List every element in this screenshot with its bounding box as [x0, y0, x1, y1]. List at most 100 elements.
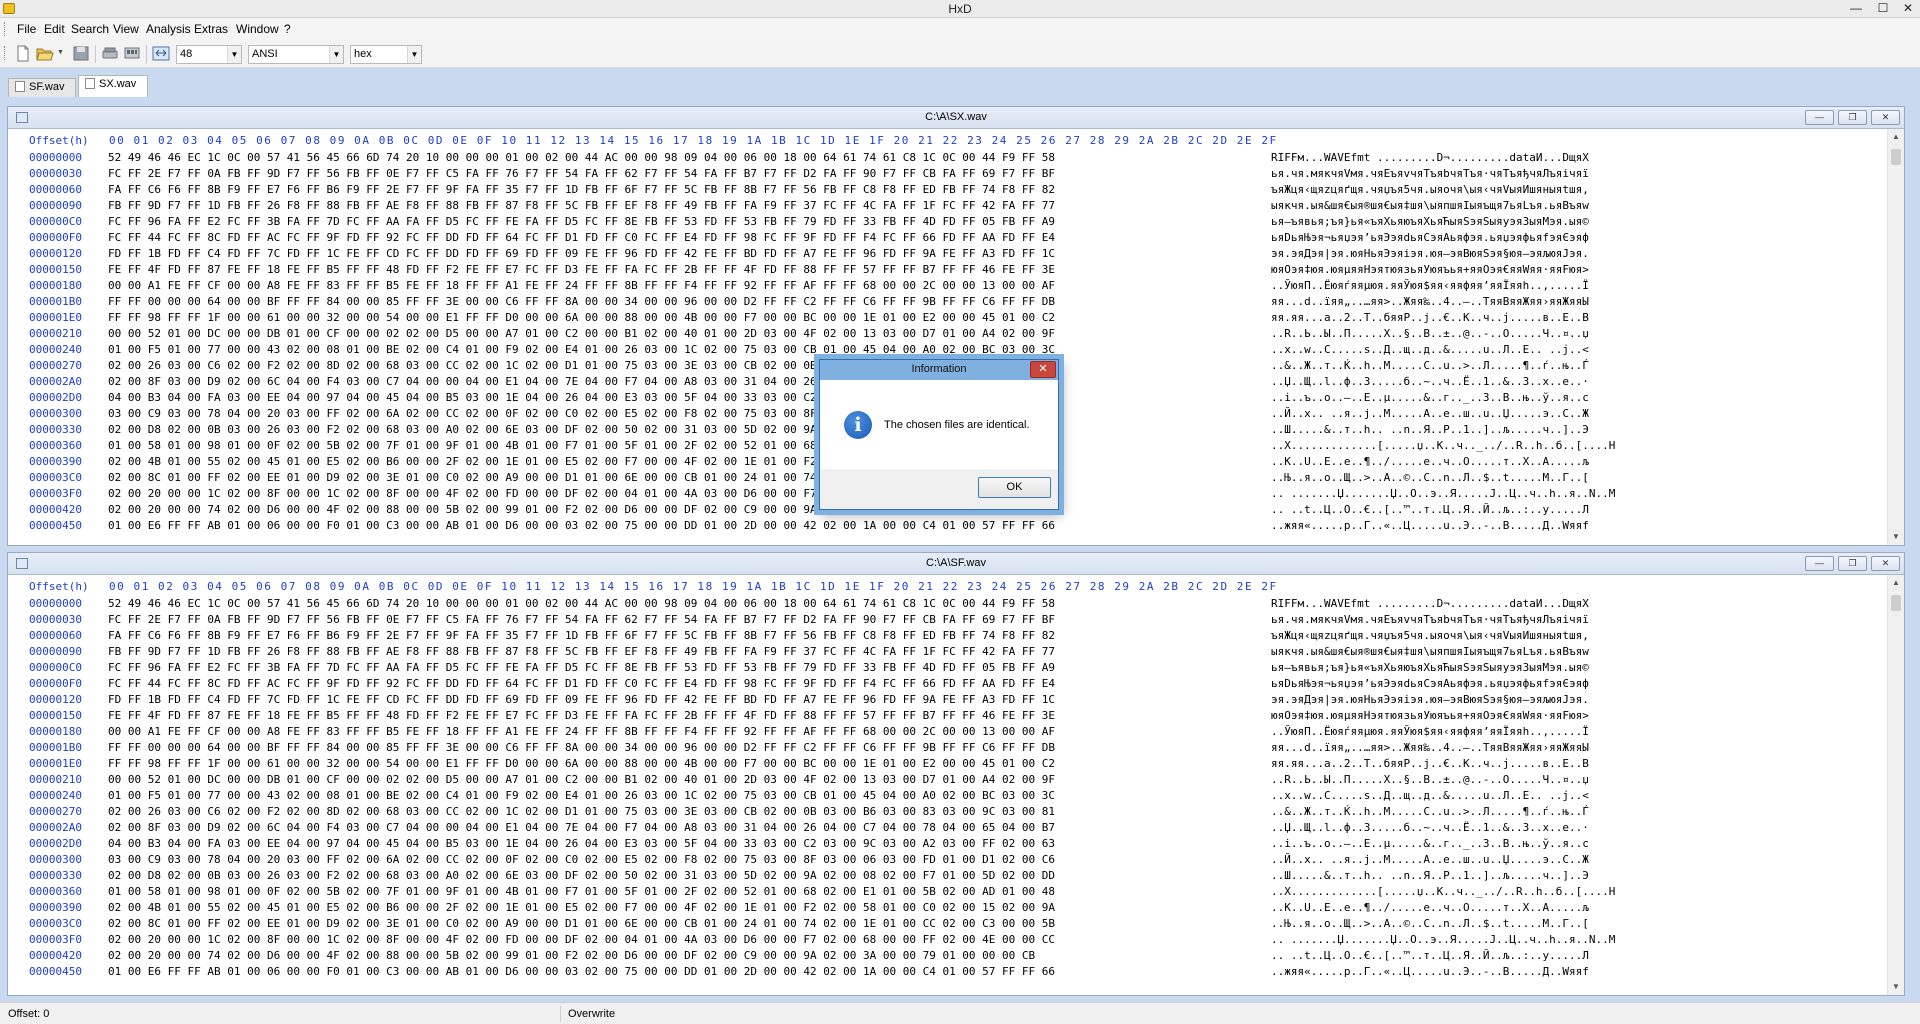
row-hex-bytes[interactable]: 02 00 8C 01 00 FF 02 00 EE 01 00 D9 02 0…: [108, 917, 1055, 930]
pane-minimize-button[interactable]: —: [1805, 110, 1834, 125]
row-text-decoded[interactable]: ..&..Ж..т..Ќ..h..М.....С..u..>..Л.....¶.…: [1271, 805, 1589, 818]
row-hex-bytes[interactable]: FE FF 4F FD FF 87 FE FF 18 FE FF B5 FF F…: [108, 263, 1055, 276]
row-hex-bytes[interactable]: 02 00 D8 02 00 0B 03 00 26 03 00 F2 02 0…: [108, 869, 1055, 882]
row-text-decoded[interactable]: яя...d..їяя„..…яя>..Жяя‰..4..–..ТяяВяяЖя…: [1271, 741, 1589, 754]
scroll-thumb[interactable]: [1891, 595, 1901, 611]
row-text-decoded[interactable]: ..Џ..Щ..l..ф..З.....б..~..ч..Ё..1..&..З.…: [1271, 821, 1589, 834]
row-hex-bytes[interactable]: FC FF 96 FA FF E2 FC FF 3B FA FF 7D FC F…: [108, 661, 1055, 674]
row-text-decoded[interactable]: эя.эяДэя|эя.юяНьяЭэяiэя.юя–эяBюяЅэя§юя–э…: [1271, 693, 1589, 706]
pane-close-button[interactable]: ✕: [1871, 556, 1900, 571]
row-text-decoded[interactable]: ..R..Ь..Ы..П.....Х..§..В..±..@..-..O....…: [1271, 327, 1589, 340]
menu-file[interactable]: File: [14, 22, 39, 36]
menu-edit[interactable]: Edit: [41, 22, 68, 36]
dialog-close-button[interactable]: ✕: [1030, 361, 1056, 378]
row-text-decoded[interactable]: ..Й..x.. ..я..j..М.....А..е..ш..u..Џ....…: [1271, 853, 1589, 866]
row-text-decoded[interactable]: ..K..U..E..е..¶../.....е..ч..O.....т..X.…: [1271, 901, 1589, 914]
row-text-decoded[interactable]: ..х..w..C.....ѕ..Д..щ..д..&.....u..Л..E.…: [1271, 343, 1589, 356]
row-hex-bytes[interactable]: 00 00 52 01 00 DC 00 00 DB 01 00 CF 00 0…: [108, 327, 1055, 340]
row-hex-bytes[interactable]: 01 00 E6 FF FF AB 01 00 06 00 00 F0 01 0…: [108, 965, 1055, 978]
row-hex-bytes[interactable]: FA FF C6 F6 FF 8B F9 FF E7 F6 FF B6 F9 F…: [108, 183, 1055, 196]
row-text-decoded[interactable]: ..жяя«.....р..Г..«..Ц.....u..Э..-..B....…: [1271, 519, 1589, 532]
row-text-decoded[interactable]: .. ..t..Ц..O..€..[..™..т..Ц..Я..Й..љ..:.…: [1271, 949, 1589, 962]
row-text-decoded[interactable]: ..Й..x.. ..я..j..М.....А..е..ш..u..Џ....…: [1271, 407, 1589, 420]
row-hex-bytes[interactable]: FF FF 98 FF FF 1F 00 00 61 00 00 32 00 0…: [108, 757, 1055, 770]
row-hex-bytes[interactable]: FC FF 44 FC FF 8C FD FF AC FC FF 9F FD F…: [108, 677, 1055, 690]
row-hex-bytes[interactable]: FF FF 00 00 00 64 00 00 BF FF FF 84 00 0…: [108, 741, 1055, 754]
row-hex-bytes[interactable]: 01 00 E6 FF FF AB 01 00 06 00 00 F0 01 0…: [108, 519, 1055, 532]
row-text-decoded[interactable]: ья–ъявья;ъя}ья«ъяХьяюъяХьяЋыяSэяSыяyэя3ы…: [1271, 215, 1589, 228]
row-text-decoded[interactable]: юяOэя‡юя.юяµяяHэятюязьяУюяъья+яяOэя€яяWя…: [1271, 263, 1589, 276]
row-text-decoded[interactable]: ьяDьяЊэя¬ьяџэя’ьяЭэяdьяСэяАьяфэя.ьяџэяфь…: [1271, 677, 1589, 690]
save-icon[interactable]: [72, 45, 90, 62]
open-dropdown-chevron-icon[interactable]: ▼: [57, 49, 64, 56]
row-text-decoded[interactable]: ..Ш.....&..т..h.. ..n..Я..P..1..]..љ....…: [1271, 869, 1589, 882]
open-ram-icon[interactable]: [123, 45, 141, 62]
bytes-per-row-select[interactable]: 48 ▼: [176, 45, 242, 64]
menu-window[interactable]: Window: [233, 22, 282, 36]
status-edit-mode[interactable]: Overwrite: [568, 1008, 615, 1020]
row-text-decoded[interactable]: .. .......Џ.......Џ..O..э..Я.....J..Ц..ч…: [1271, 487, 1615, 500]
row-text-decoded[interactable]: ..Њ..я..о..Щ..>..А..©..С..n..Л..$..t....…: [1271, 471, 1589, 484]
chevron-down-icon[interactable]: ▼: [407, 46, 421, 63]
row-hex-bytes[interactable]: FC FF 44 FC FF 8C FD FF AC FC FF 9F FD F…: [108, 231, 1055, 244]
row-text-decoded[interactable]: ..ЎюяП..Ёюяѓяяµюя.яяЎюя$яя‹яяфяя’яяЇяяh.…: [1271, 725, 1589, 738]
row-hex-bytes[interactable]: 02 00 4B 01 00 55 02 00 45 01 00 E5 02 0…: [108, 901, 1055, 914]
row-hex-bytes[interactable]: FF FF 98 FF FF 1F 00 00 61 00 00 32 00 0…: [108, 311, 1055, 324]
ok-button[interactable]: OK: [978, 477, 1051, 498]
scroll-up-arrow-icon[interactable]: ▲: [1888, 575, 1904, 591]
row-text-decoded[interactable]: ..&..Ж..т..Ќ..h..М.....С..u..>..Л.....¶.…: [1271, 359, 1589, 372]
row-hex-bytes[interactable]: FA FF C6 F6 FF 8B F9 FF E7 F6 FF B6 F9 F…: [108, 629, 1055, 642]
row-hex-bytes[interactable]: 00 00 A1 FE FF CF 00 00 A8 FE FF 83 FF F…: [108, 279, 1055, 292]
open-disk-icon[interactable]: [101, 45, 119, 62]
row-hex-bytes[interactable]: 03 00 C9 03 00 78 04 00 20 03 00 FF 02 0…: [108, 853, 1055, 866]
row-text-decoded[interactable]: ..жяя«.....р..Г..«..Ц.....u..Э..-..B....…: [1271, 965, 1589, 978]
toolbar-grip[interactable]: [4, 46, 7, 60]
chevron-down-icon[interactable]: ▼: [329, 46, 343, 63]
row-text-decoded[interactable]: эя.эяДэя|эя.юяНьяЭэяiэя.юя–эяBюяЅэя§юя–э…: [1271, 247, 1589, 260]
row-text-decoded[interactable]: ..K..U..E..е..¶../.....е..ч..O.....т..X.…: [1271, 455, 1589, 468]
row-text-decoded[interactable]: ья.чя.мякчяVмя.чяЕъяvчяТъяbчяТъя·чяТъяђч…: [1271, 167, 1589, 180]
row-text-decoded[interactable]: ..і..ъ..о..—..E..µ.....&..г.._..3..В..њ.…: [1271, 837, 1589, 850]
row-hex-bytes[interactable]: FD FF 1B FD FF C4 FD FF 7C FD FF 1C FE F…: [108, 693, 1055, 706]
row-hex-bytes[interactable]: FE FF 4F FD FF 87 FE FF 18 FE FF B5 FF F…: [108, 709, 1055, 722]
chevron-down-icon[interactable]: ▼: [227, 46, 241, 63]
tab-sf-wav[interactable]: SF.wav: [8, 78, 76, 97]
menu-extras[interactable]: Extras: [191, 22, 231, 36]
row-hex-bytes[interactable]: 02 00 26 03 00 C6 02 00 F2 02 00 8D 02 0…: [108, 805, 1055, 818]
row-text-decoded[interactable]: ..ЎюяП..Ёюяѓяяµюя.яяЎюя$яя‹яяфяя’яяЇяяh.…: [1271, 279, 1589, 292]
row-text-decoded[interactable]: ья–ъявья;ъя}ья«ъяХьяюъяХьяЋыяSэяSыяyэя3ы…: [1271, 661, 1589, 674]
new-file-icon[interactable]: [14, 45, 32, 62]
row-text-decoded[interactable]: ыякчя.ыя&шя€ыя®шя€ыя‡шя\ыяпшяIыяъщя7ьяLъ…: [1271, 645, 1589, 658]
row-hex-bytes[interactable]: FD FF 1B FD FF C4 FD FF 7C FD FF 1C FE F…: [108, 247, 1055, 260]
row-hex-bytes[interactable]: FB FF 9D F7 FF 1D FB FF 26 F8 FF 88 FB F…: [108, 199, 1055, 212]
row-hex-bytes[interactable]: FC FF 96 FA FF E2 FC FF 3B FA FF 7D FC F…: [108, 215, 1055, 228]
row-text-decoded[interactable]: яя.яя...a..2..T..бяяР..j..€..K..ч..ј....…: [1271, 757, 1589, 770]
row-hex-bytes[interactable]: 01 00 F5 01 00 77 00 00 43 02 00 08 01 0…: [108, 789, 1055, 802]
menubar-grip[interactable]: [4, 22, 7, 36]
row-text-decoded[interactable]: ьяDьяЊэя¬ьяџэя’ьяЭэяdьяСэяАьяфэя.ьяџэяфь…: [1271, 231, 1589, 244]
row-hex-bytes[interactable]: 02 00 8F 03 00 D9 02 00 6C 04 00 F4 03 0…: [108, 821, 1055, 834]
row-text-decoded[interactable]: юяOэя‡юя.юяµяяHэятюязьяУюяъья+яяOэя€яяWя…: [1271, 709, 1589, 722]
row-hex-bytes[interactable]: FC FF 2E F7 FF 0A FB FF 9D F7 FF 56 FB F…: [108, 613, 1055, 626]
maximize-window-button[interactable]: ☐: [1869, 0, 1897, 17]
row-text-decoded[interactable]: ..х..w..C.....ѕ..Д..щ..д..&.....u..Л..E.…: [1271, 789, 1589, 802]
row-hex-bytes[interactable]: 01 00 58 01 00 98 01 00 0F 02 00 5B 02 0…: [108, 885, 1055, 898]
vertical-scrollbar[interactable]: ▲ ▼: [1887, 129, 1904, 545]
row-text-decoded[interactable]: ..і..ъ..о..—..E..µ.....&..г.._..3..В..њ.…: [1271, 391, 1589, 404]
row-text-decoded[interactable]: .. .......Џ.......Џ..O..э..Я.....J..Ц..ч…: [1271, 933, 1615, 946]
open-folder-icon[interactable]: [36, 45, 54, 62]
row-text-decoded[interactable]: .. ..t..Ц..O..€..[..™..т..Ц..Я..Й..љ..:.…: [1271, 503, 1589, 516]
pane-close-button[interactable]: ✕: [1871, 110, 1900, 125]
row-text-decoded[interactable]: RIFFм...WAVEfmt .........D¬.........data…: [1271, 597, 1589, 610]
row-hex-bytes[interactable]: 52 49 46 46 EC 1C 0C 00 57 41 56 45 66 6…: [108, 151, 1055, 164]
row-text-decoded[interactable]: ъяЖця‹щяzцяґщя.чяџъя5чя.ыяочя\ыя‹чяVыяИш…: [1271, 183, 1589, 196]
row-hex-bytes[interactable]: 02 00 20 00 00 1C 02 00 8F 00 00 1C 02 0…: [108, 933, 1055, 946]
pane-restore-button[interactable]: ❐: [1838, 556, 1867, 571]
menu-analysis[interactable]: Analysis: [143, 22, 194, 36]
row-text-decoded[interactable]: ..Џ..Щ..l..ф..З.....б..~..ч..Ё..1..&..З.…: [1271, 375, 1589, 388]
row-text-decoded[interactable]: яя...d..їяя„..…яя>..Жяя‰..4..–..ТяяВяяЖя…: [1271, 295, 1589, 308]
row-text-decoded[interactable]: ыякчя.ыя&шя€ыя®шя€ыя‡шя\ыяпшяIыяъщя7ьяLъ…: [1271, 199, 1589, 212]
row-text-decoded[interactable]: ..R..Ь..Ы..П.....Х..§..В..±..@..-..O....…: [1271, 773, 1589, 786]
row-hex-bytes[interactable]: 00 00 52 01 00 DC 00 00 DB 01 00 CF 00 0…: [108, 773, 1055, 786]
vertical-scrollbar[interactable]: ▲ ▼: [1887, 575, 1904, 995]
